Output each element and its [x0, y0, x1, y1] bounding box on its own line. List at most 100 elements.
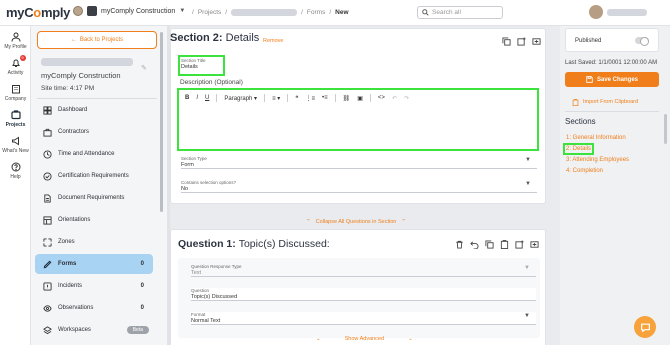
panel-scrollbar[interactable] — [160, 32, 163, 212]
highlight-box-title — [178, 55, 225, 76]
published-toggle[interactable] — [635, 37, 649, 46]
question-actions — [455, 240, 539, 249]
question-heading: Question 1: Topic(s) Discussed: — [178, 238, 330, 250]
user-menu[interactable] — [589, 5, 655, 19]
description-label: Description (Optional) — [180, 79, 243, 86]
incident-icon — [43, 281, 52, 291]
clipboard-icon[interactable] — [500, 240, 509, 249]
section-link-4[interactable]: 4: Completion — [566, 168, 603, 174]
copy-icon[interactable] — [502, 37, 511, 46]
pin-icon[interactable]: ✎ — [141, 64, 147, 72]
section-link-1[interactable]: 1: General Information — [566, 135, 626, 141]
field-value: Form — [181, 162, 194, 168]
project-org-name: myComply Construction — [41, 71, 121, 80]
save-label: Save Changes — [596, 76, 639, 83]
orientation-icon — [43, 215, 52, 225]
bell-icon: 9 — [11, 55, 26, 68]
section-type-select[interactable]: Section Type Form ▼ — [181, 156, 537, 169]
trash-icon[interactable] — [455, 240, 464, 249]
add-question-icon[interactable] — [530, 240, 539, 249]
help-icon — [11, 162, 21, 172]
add-section-icon[interactable] — [517, 37, 526, 46]
breadcrumb-forms[interactable]: Forms — [307, 9, 325, 16]
sidebar-item-label: Time and Attendance — [58, 151, 115, 157]
breadcrumb-project-redacted[interactable] — [231, 9, 298, 16]
breadcrumb-separator: / — [329, 9, 332, 16]
rail-item-projects[interactable]: Projects — [0, 110, 31, 128]
copy-icon[interactable] — [485, 240, 494, 249]
contains-selection-select[interactable]: Contains selection options? No ▼ — [181, 180, 537, 193]
section-link-3[interactable]: 3: Attending Employees — [566, 157, 629, 163]
sidebar-item-dashboard[interactable]: Dashboard — [35, 100, 153, 120]
format-select[interactable]: Format Normal Text ▼ — [191, 312, 536, 325]
chat-button[interactable] — [634, 316, 656, 338]
remove-section-link[interactable]: Remove — [263, 38, 283, 44]
sidebar-item-orientations[interactable]: Orientations — [35, 210, 153, 230]
sidebar-item-time-and-attendance[interactable]: Time and Attendance — [35, 144, 153, 164]
add-section-icon[interactable] — [515, 240, 524, 249]
add-question-icon[interactable] — [532, 37, 541, 46]
zones-icon — [43, 237, 52, 247]
sidebar-item-document-requirements[interactable]: Document Requirements — [35, 188, 153, 208]
app-logo[interactable]: myComply — [6, 5, 70, 20]
import-from-clipboard-link[interactable]: Import From Clipboard — [572, 99, 638, 106]
org-name: myComply Construction — [101, 7, 176, 15]
sidebar-item-incidents[interactable]: Incidents 0 — [35, 276, 153, 296]
highlight-box-section-link — [563, 143, 594, 155]
sidebar-item-certification-requirements[interactable]: Certification Requirements — [35, 166, 153, 186]
rail-label: My Profile — [4, 44, 27, 50]
import-label: Import From Clipboard — [583, 99, 639, 105]
projects-icon — [10, 110, 21, 120]
last-saved: Last Saved: 1/1/0001 12:00:00 AM — [565, 60, 658, 66]
sidebar-item-workspaces[interactable]: Workspaces Beta — [35, 320, 153, 340]
rail-item-help[interactable]: Help — [0, 162, 31, 180]
sidebar-item-label: Observations — [58, 305, 94, 311]
rail-item-whats-new[interactable]: What's New — [0, 136, 31, 154]
field-value: Text — [191, 270, 202, 276]
field-value: Normal Text — [191, 318, 221, 324]
field-label: Question Response Type — [191, 264, 242, 269]
show-advanced-link[interactable]: ⌄ Show Advanced ⌄ — [316, 336, 413, 342]
org-switcher[interactable]: myComply Construction ▼ — [73, 6, 185, 16]
undo-icon[interactable] — [470, 240, 479, 249]
breadcrumb-separator: / — [301, 9, 303, 16]
rail-label: Company — [4, 96, 27, 102]
breadcrumb-current: New — [335, 9, 349, 16]
document-icon — [44, 193, 51, 203]
person-icon — [11, 32, 21, 42]
field-label: Question — [191, 288, 210, 293]
rail-label: Help — [10, 174, 21, 180]
sidebar-item-count: 0 — [140, 283, 144, 289]
rail-item-company[interactable]: Company — [0, 84, 31, 102]
response-type-select[interactable]: Question Response Type Text ▼ — [191, 264, 536, 277]
sidebar-item-label: Orientations — [58, 217, 91, 223]
right-scrollbar[interactable] — [664, 114, 667, 144]
rail-item-activity[interactable]: 9 Activity — [0, 55, 31, 76]
sidebar-item-forms[interactable]: Forms 0 — [35, 254, 153, 274]
section-actions — [502, 37, 541, 46]
user-name-redacted — [607, 8, 647, 16]
back-to-projects-button[interactable]: ← Back to Projects — [37, 31, 157, 49]
chevron-down-icon: ⌄ — [408, 336, 413, 342]
dropdown-caret-icon: ▼ — [525, 157, 531, 163]
megaphone-icon — [11, 136, 21, 146]
org-avatar — [73, 6, 83, 16]
project-title-redacted — [41, 58, 133, 66]
save-changes-button[interactable]: Save Changes — [565, 72, 659, 87]
sidebar-item-observations[interactable]: Observations 0 — [35, 298, 153, 318]
question-input[interactable]: Question Topic(s) Discussed — [191, 288, 536, 301]
dropdown-caret-icon: ▼ — [524, 265, 530, 271]
sidebar-item-contractors[interactable]: Contractors — [35, 122, 153, 142]
divider — [565, 111, 659, 112]
sidebar-item-zones[interactable]: Zones — [35, 232, 153, 252]
search-input[interactable]: Search all — [417, 6, 503, 19]
eye-icon — [43, 304, 52, 312]
breadcrumb-projects[interactable]: Projects — [198, 9, 221, 16]
collapse-all-questions-link[interactable]: ⌃ Collapse All Questions in Section ⌃ — [306, 219, 406, 225]
rail-item-my-profile[interactable]: My Profile — [0, 32, 31, 50]
highlight-box-description — [177, 88, 539, 151]
sections-heading: Sections — [565, 117, 596, 126]
dropdown-caret-icon: ▼ — [525, 181, 531, 187]
search-icon — [422, 9, 429, 16]
top-bar: myComply myComply Construction ▼ / Proje… — [0, 0, 670, 26]
